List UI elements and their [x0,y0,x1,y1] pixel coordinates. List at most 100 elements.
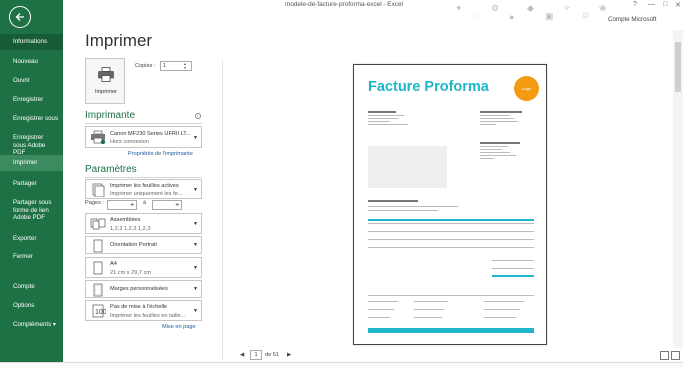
totals-line [492,268,534,269]
print-what-line1: Imprimer les feuilles actives [110,183,179,189]
paper-icon [93,261,103,275]
footer-text-line [414,317,442,318]
sidebar-item-partager[interactable]: Partager [0,180,63,188]
printer-divider [85,123,202,124]
chevron-down-icon: ▼ [193,135,198,141]
footer-text-line [484,301,524,302]
chevron-down-icon: ▼ [193,286,198,292]
next-page-button[interactable]: ▶ [287,352,291,358]
printer-dropdown[interactable]: Canon MF230 Series UFRII LT... Hors conn… [85,126,202,148]
chevron-down-icon: ▼ [193,242,198,248]
decor-dot-icon: ● [509,12,515,22]
pages-from-input[interactable]: ⬘ [107,200,137,210]
decor-flower-icon: ❀ [599,3,607,13]
page-setup-link[interactable]: Mise en page [162,324,196,330]
table-row-rule [368,247,534,248]
scaling-line2: Imprimer les feuilles en taille... [110,313,186,319]
paper-size-line1: A4 [110,261,117,267]
backstage-sidebar: Informations Nouveau Ouvrir Enregistrer … [0,0,63,368]
back-button[interactable] [9,6,31,28]
maximize-button[interactable]: □ [663,1,667,8]
panel-divider [222,60,223,360]
collate-line1: Assemblées [110,217,141,223]
arrow-left-icon [15,13,24,21]
sidebar-item-exporter[interactable]: Exporter [0,235,63,243]
orientation-dropdown[interactable]: Orientation Portrait ▼ [85,236,202,254]
totals-line [492,260,534,261]
orientation-label: Orientation Portrait [110,242,157,248]
chevron-down-icon: ▼ [193,308,198,314]
conditions-text-line [368,206,458,207]
invoice-logo: Logo [514,76,539,101]
print-button[interactable]: Imprimer [85,58,125,104]
printer-icon [98,67,114,82]
sidebar-item-imprimer[interactable]: Imprimer [0,155,63,171]
collate-icon [90,218,106,230]
preview-scrollbar[interactable] [673,30,683,348]
pages-to-label: à [143,200,147,206]
footer-text-line [368,301,398,302]
delivery-block [480,142,530,159]
footer-text-line [414,309,444,310]
svg-text:100: 100 [95,309,106,316]
margins-label: Marges personnalisées [110,286,168,292]
sidebar-item-nouveau[interactable]: Nouveau [0,58,63,66]
invoice-info-box [368,146,447,188]
footer-text-line [484,309,520,310]
printer-small-icon [91,130,106,144]
margins-dropdown[interactable]: Marges personnalisées ▼ [85,280,202,298]
scaling-dropdown[interactable]: 100 Pas de mise à l'échelle Imprimer les… [85,300,202,321]
print-what-dropdown[interactable]: Imprimer les feuilles actives Imprimer u… [85,179,202,199]
show-margins-button[interactable] [660,351,669,360]
sidebar-item-enregistrer[interactable]: Enregistrer [0,96,63,104]
copies-spinner-icon[interactable]: ▴ ▾ [184,62,190,70]
sheets-icon [92,183,105,197]
print-what-line2: Imprimer uniquement les fe... [110,191,183,197]
sidebar-item-complements[interactable]: Compléments ▾ [0,321,63,329]
paper-size-line2: 21 cm x 29,7 cm [110,270,152,276]
chevron-down-icon: ▼ [193,265,198,271]
info-icon[interactable]: i [195,113,201,119]
footer-rule [368,295,534,296]
footer-text-line [414,301,448,302]
account-label[interactable]: Compte Microsoft [608,16,656,23]
settings-divider [85,177,202,178]
page-number-input[interactable]: 1 [250,350,262,360]
sidebar-item-ouvrir[interactable]: Ouvrir [0,77,63,85]
scrollbar-thumb[interactable] [675,42,681,92]
sidebar-item-compte[interactable]: Compte [0,283,63,291]
margins-icon [93,283,103,297]
decor-star-icon: ✦ [455,3,463,13]
title-bar: modele-de-facture-proforma-excel - Excel… [63,0,683,30]
pages-to-input[interactable]: ⬘ [152,200,182,210]
prev-page-button[interactable]: ◀ [240,352,244,358]
table-top-rule [368,219,534,221]
sidebar-item-options[interactable]: Options [0,302,63,310]
table-header-rule [368,223,534,224]
help-button[interactable]: ? [633,1,637,8]
page-total-label: de 51 [265,352,279,358]
chevron-down-icon: ▼ [193,187,198,193]
paper-size-dropdown[interactable]: A4 21 cm x 29,7 cm ▼ [85,257,202,278]
sidebar-item-enregistrer-pdf[interactable]: Enregistrer sous Adobe PDF [0,134,62,157]
close-button[interactable]: ✕ [675,1,681,9]
table-row-rule [368,239,534,240]
zoom-to-page-button[interactable] [671,351,680,360]
decor-square-icon: ▣ [545,11,554,21]
footer-text-line [484,317,516,318]
decor-circle-icon: ◌ [473,10,479,20]
sidebar-item-fermer[interactable]: Fermer [0,253,63,261]
sidebar-item-enregistrer-sous[interactable]: Enregistrer sous [0,115,63,123]
sidebar-item-partager-lien-pdf[interactable]: Partager sous forme de lien Adobe PDF [0,199,62,222]
copies-value: 1 [163,63,167,69]
total-ttc-line [492,275,534,277]
address-block [480,111,530,125]
pages-label: Pages : [85,200,104,206]
minimize-button[interactable]: — [648,1,655,8]
printer-properties-link[interactable]: Propriétés de l'imprimante [128,151,193,157]
sidebar-item-informations[interactable]: Informations [0,34,63,50]
print-button-label: Imprimer [94,89,118,95]
collate-dropdown[interactable]: Assemblées 1,2,3 1,2,3 1,2,3 ▼ [85,213,202,234]
copies-stepper[interactable]: 1 ▴ ▾ [160,61,192,71]
conditions-text-line [368,210,438,211]
